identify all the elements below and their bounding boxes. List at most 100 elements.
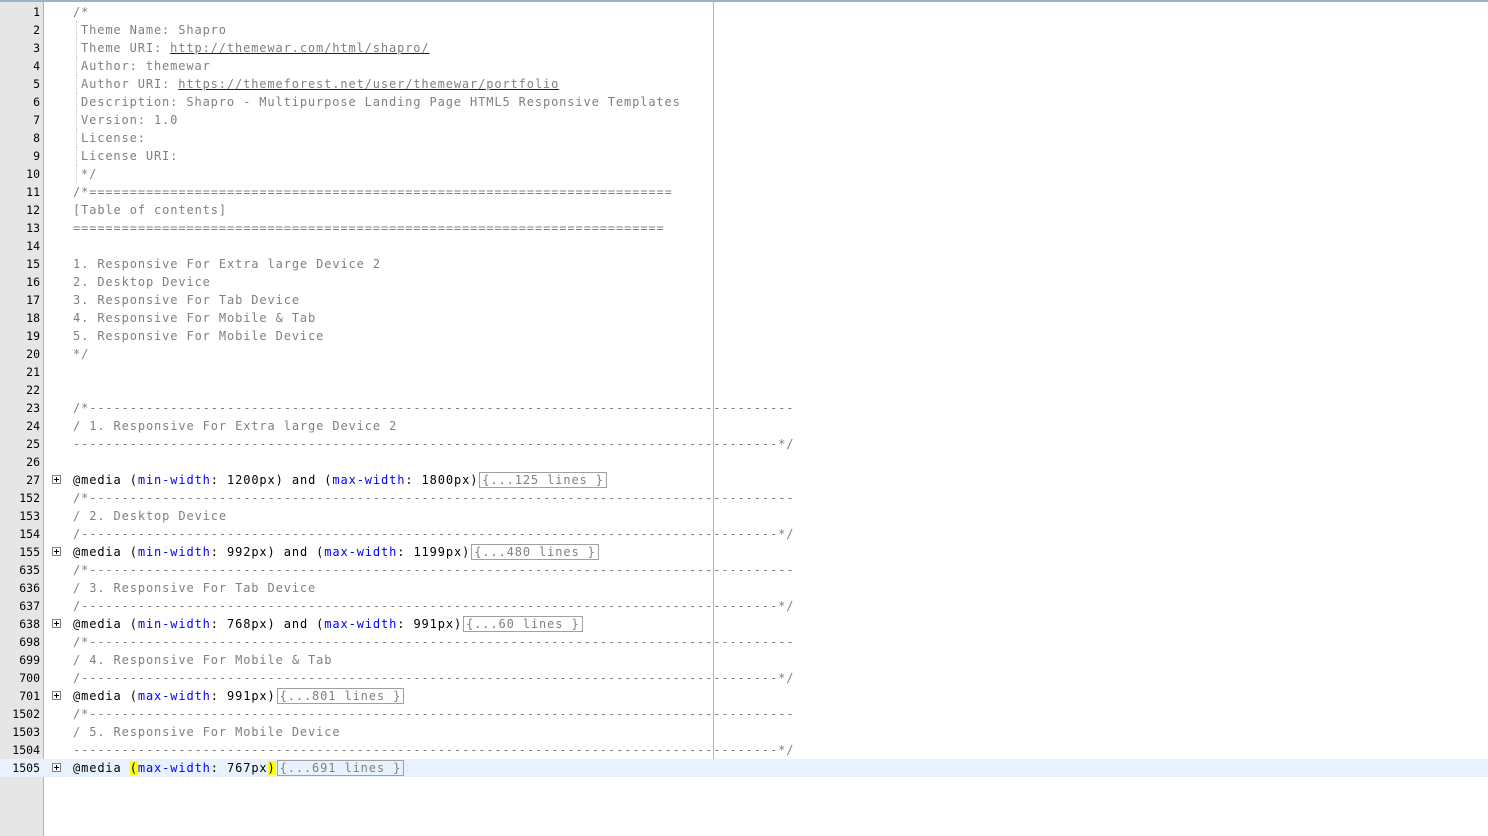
expand-fold-icon[interactable] xyxy=(52,763,61,772)
line-number: 14 xyxy=(26,239,40,253)
folded-block-indicator[interactable]: {...691 lines } xyxy=(276,760,405,776)
folded-block-indicator[interactable]: {...125 lines } xyxy=(479,472,607,488)
code-line[interactable]: 7 Version: 1.0 xyxy=(0,111,1488,129)
comment-text: ========================================… xyxy=(73,221,665,235)
css-token: ( xyxy=(129,689,138,703)
line-number: 12 xyxy=(26,203,40,217)
code-line[interactable]: 2 Theme Name: Shapro xyxy=(0,21,1488,39)
code-line[interactable]: 17 3. Responsive For Tab Device xyxy=(0,291,1488,309)
folded-block-indicator[interactable]: {...801 lines } xyxy=(276,688,405,704)
code-line[interactable]: 25 --------------------------------------… xyxy=(0,435,1488,453)
code-line[interactable]: 27 @media (min-width: 1200px) and (max-wi… xyxy=(0,471,1488,489)
expand-fold-icon[interactable] xyxy=(52,547,61,556)
line-number: 701 xyxy=(19,689,40,703)
css-token: : 1200px xyxy=(210,473,276,487)
code-line[interactable]: 155 @media (min-width: 992px) and (max-wi… xyxy=(0,543,1488,561)
code-line[interactable]: 1503 / 5. Responsive For Mobile Device xyxy=(0,723,1488,741)
comment-text: /---------------------------------------… xyxy=(73,671,795,685)
code-line[interactable]: 26 xyxy=(0,453,1488,471)
code-line[interactable]: 638 @media (min-width: 768px) and (max-wi… xyxy=(0,615,1488,633)
code-line[interactable]: 637 /------------------------------------… xyxy=(0,597,1488,615)
line-number: 9 xyxy=(33,149,40,163)
code-text: 1. Responsive For Extra large Device 2 xyxy=(73,255,381,273)
css-token: : 991px xyxy=(210,689,268,703)
comment-text: / 4. Responsive For Mobile & Tab xyxy=(73,653,333,667)
code-line[interactable]: 1502 /*----------------------------------… xyxy=(0,705,1488,723)
code-line[interactable]: 152 /*-----------------------------------… xyxy=(0,489,1488,507)
code-line[interactable]: 19 5. Responsive For Mobile Device xyxy=(0,327,1488,345)
code-line[interactable]: 6 Description: Shapro - Multipurpose Land… xyxy=(0,93,1488,111)
code-text: /*--------------------------------------… xyxy=(73,633,794,651)
code-line[interactable]: 24 / 1. Responsive For Extra large Device… xyxy=(0,417,1488,435)
line-number: 6 xyxy=(33,95,40,109)
css-token: : 991px xyxy=(397,617,454,631)
comment-text: ----------------------------------------… xyxy=(73,743,795,757)
css-token: ) xyxy=(462,545,471,559)
code-line[interactable]: 635 /*-----------------------------------… xyxy=(0,561,1488,579)
expand-fold-icon[interactable] xyxy=(52,475,61,484)
code-line[interactable]: 12 [Table of contents] xyxy=(0,201,1488,219)
comment-text: /*--------------------------------------… xyxy=(73,635,795,649)
code-line[interactable]: 10 */ xyxy=(0,165,1488,183)
expand-fold-icon[interactable] xyxy=(52,691,61,700)
code-line[interactable]: 153 / 2. Desktop Device xyxy=(0,507,1488,525)
css-token: ( xyxy=(129,545,138,559)
code-line[interactable]: 3 Theme URI: http://themewar.com/html/sha… xyxy=(0,39,1488,57)
comment-text: 1. Responsive For Extra large Device 2 xyxy=(73,257,381,271)
code-line[interactable]: 8 License: xyxy=(0,129,1488,147)
code-line[interactable]: 701 @media (max-width: 991px) {...801 line… xyxy=(0,687,1488,705)
code-line[interactable]: 9 License URI: xyxy=(0,147,1488,165)
line-number: 1504 xyxy=(12,743,40,757)
line-number: 635 xyxy=(19,563,40,577)
code-line[interactable]: 1505 @media (max-width: 767px) {...691 lin… xyxy=(0,759,1488,777)
css-token: ( xyxy=(129,761,138,775)
code-text: /*--------------------------------------… xyxy=(73,489,794,507)
code-text: / 4. Responsive For Mobile & Tab xyxy=(73,651,332,669)
code-line[interactable]: 636 / 3. Responsive For Tab Device xyxy=(0,579,1488,597)
line-number: 699 xyxy=(19,653,40,667)
comment-text: License URI: xyxy=(81,149,179,163)
line-number: 636 xyxy=(19,581,40,595)
line-number: 1502 xyxy=(12,707,40,721)
code-text: / 1. Responsive For Extra large Device 2 xyxy=(73,417,397,435)
code-line[interactable]: 154 /------------------------------------… xyxy=(0,525,1488,543)
code-line[interactable]: 4 Author: themewar xyxy=(0,57,1488,75)
code-line[interactable]: 1504 ------------------------------------… xyxy=(0,741,1488,759)
comment-text: License: xyxy=(81,131,146,145)
line-number: 23 xyxy=(26,401,40,415)
line-number: 17 xyxy=(26,293,40,307)
code-line[interactable]: 11 /*====================================… xyxy=(0,183,1488,201)
code-line[interactable]: 20 */ xyxy=(0,345,1488,363)
code-line[interactable]: 15 1. Responsive For Extra large Device 2 xyxy=(0,255,1488,273)
code-text: 5. Responsive For Mobile Device xyxy=(73,327,324,345)
at-rule-keyword: @media xyxy=(73,617,130,631)
comment-url-link[interactable]: http://themewar.com/html/shapro/ xyxy=(170,41,429,55)
at-rule-keyword: @media xyxy=(73,473,130,487)
code-line[interactable]: 700 /------------------------------------… xyxy=(0,669,1488,687)
comment-text: Theme URI: xyxy=(81,41,171,55)
comment-url-link[interactable]: https://themeforest.net/user/themewar/po… xyxy=(178,77,559,91)
code-line[interactable]: 23 /*------------------------------------… xyxy=(0,399,1488,417)
code-line[interactable]: 13 ======================================… xyxy=(0,219,1488,237)
indent-guide xyxy=(76,165,77,183)
code-text: /---------------------------------------… xyxy=(73,525,794,543)
folded-block-indicator[interactable]: {...60 lines } xyxy=(463,616,583,632)
code-line[interactable]: 5 Author URI: https://themeforest.net/use… xyxy=(0,75,1488,93)
code-editor[interactable]: 1 /* 2 Theme Name: Shapro 3 Theme URI: http:/… xyxy=(0,3,1488,777)
code-line[interactable]: 22 xyxy=(0,381,1488,399)
code-text: Author URI: https://themeforest.net/user… xyxy=(81,75,559,93)
code-line[interactable]: 18 4. Responsive For Mobile & Tab xyxy=(0,309,1488,327)
indent-guide xyxy=(76,147,77,165)
code-line[interactable]: 698 /*-----------------------------------… xyxy=(0,633,1488,651)
expand-fold-icon[interactable] xyxy=(52,619,61,628)
code-line[interactable]: 14 xyxy=(0,237,1488,255)
css-token: ( xyxy=(129,473,138,487)
css-token: and xyxy=(275,617,317,631)
code-line[interactable]: 699 / 4. Responsive For Mobile & Tab xyxy=(0,651,1488,669)
comment-text: Theme Name: Shapro xyxy=(81,23,227,37)
code-line[interactable]: 21 xyxy=(0,363,1488,381)
line-number: 22 xyxy=(26,383,40,397)
code-line[interactable]: 1 /* xyxy=(0,3,1488,21)
code-line[interactable]: 16 2. Desktop Device xyxy=(0,273,1488,291)
folded-block-indicator[interactable]: {...480 lines } xyxy=(471,544,599,560)
